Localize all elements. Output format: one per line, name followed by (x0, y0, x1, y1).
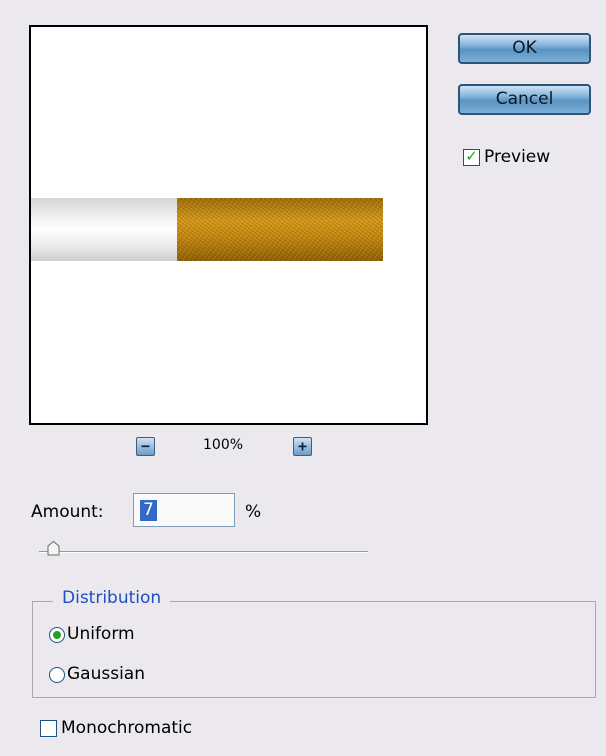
plus-icon: + (297, 437, 308, 455)
uniform-label: Uniform (67, 624, 135, 644)
cigarette-noise-image (177, 198, 383, 261)
amount-unit: % (245, 502, 262, 522)
amount-label: Amount: (31, 502, 104, 522)
preview-canvas[interactable] (29, 25, 428, 425)
radio-selected-dot-icon (53, 631, 61, 639)
cancel-button[interactable]: Cancel (458, 84, 591, 115)
distribution-title: Distribution (53, 588, 171, 608)
gaussian-radio[interactable] (49, 667, 65, 683)
monochromatic-checkbox[interactable] (40, 720, 57, 737)
amount-input[interactable]: 7 (133, 493, 235, 527)
amount-slider-thumb[interactable] (47, 541, 60, 556)
amount-slider-track[interactable] (39, 551, 368, 553)
gaussian-label: Gaussian (67, 664, 145, 684)
uniform-radio[interactable] (49, 627, 65, 643)
cigarette-filter-image (31, 198, 177, 261)
zoom-level: 100% (203, 437, 244, 453)
zoom-in-button[interactable]: + (293, 437, 312, 456)
monochromatic-label: Monochromatic (61, 718, 193, 738)
minus-icon: − (140, 437, 151, 455)
checkmark-icon: ✓ (465, 147, 478, 165)
zoom-out-button[interactable]: − (136, 437, 155, 456)
preview-label: Preview (484, 147, 551, 167)
preview-checkbox[interactable]: ✓ (463, 147, 480, 166)
amount-value: 7 (140, 500, 157, 521)
ok-button[interactable]: OK (458, 33, 591, 64)
